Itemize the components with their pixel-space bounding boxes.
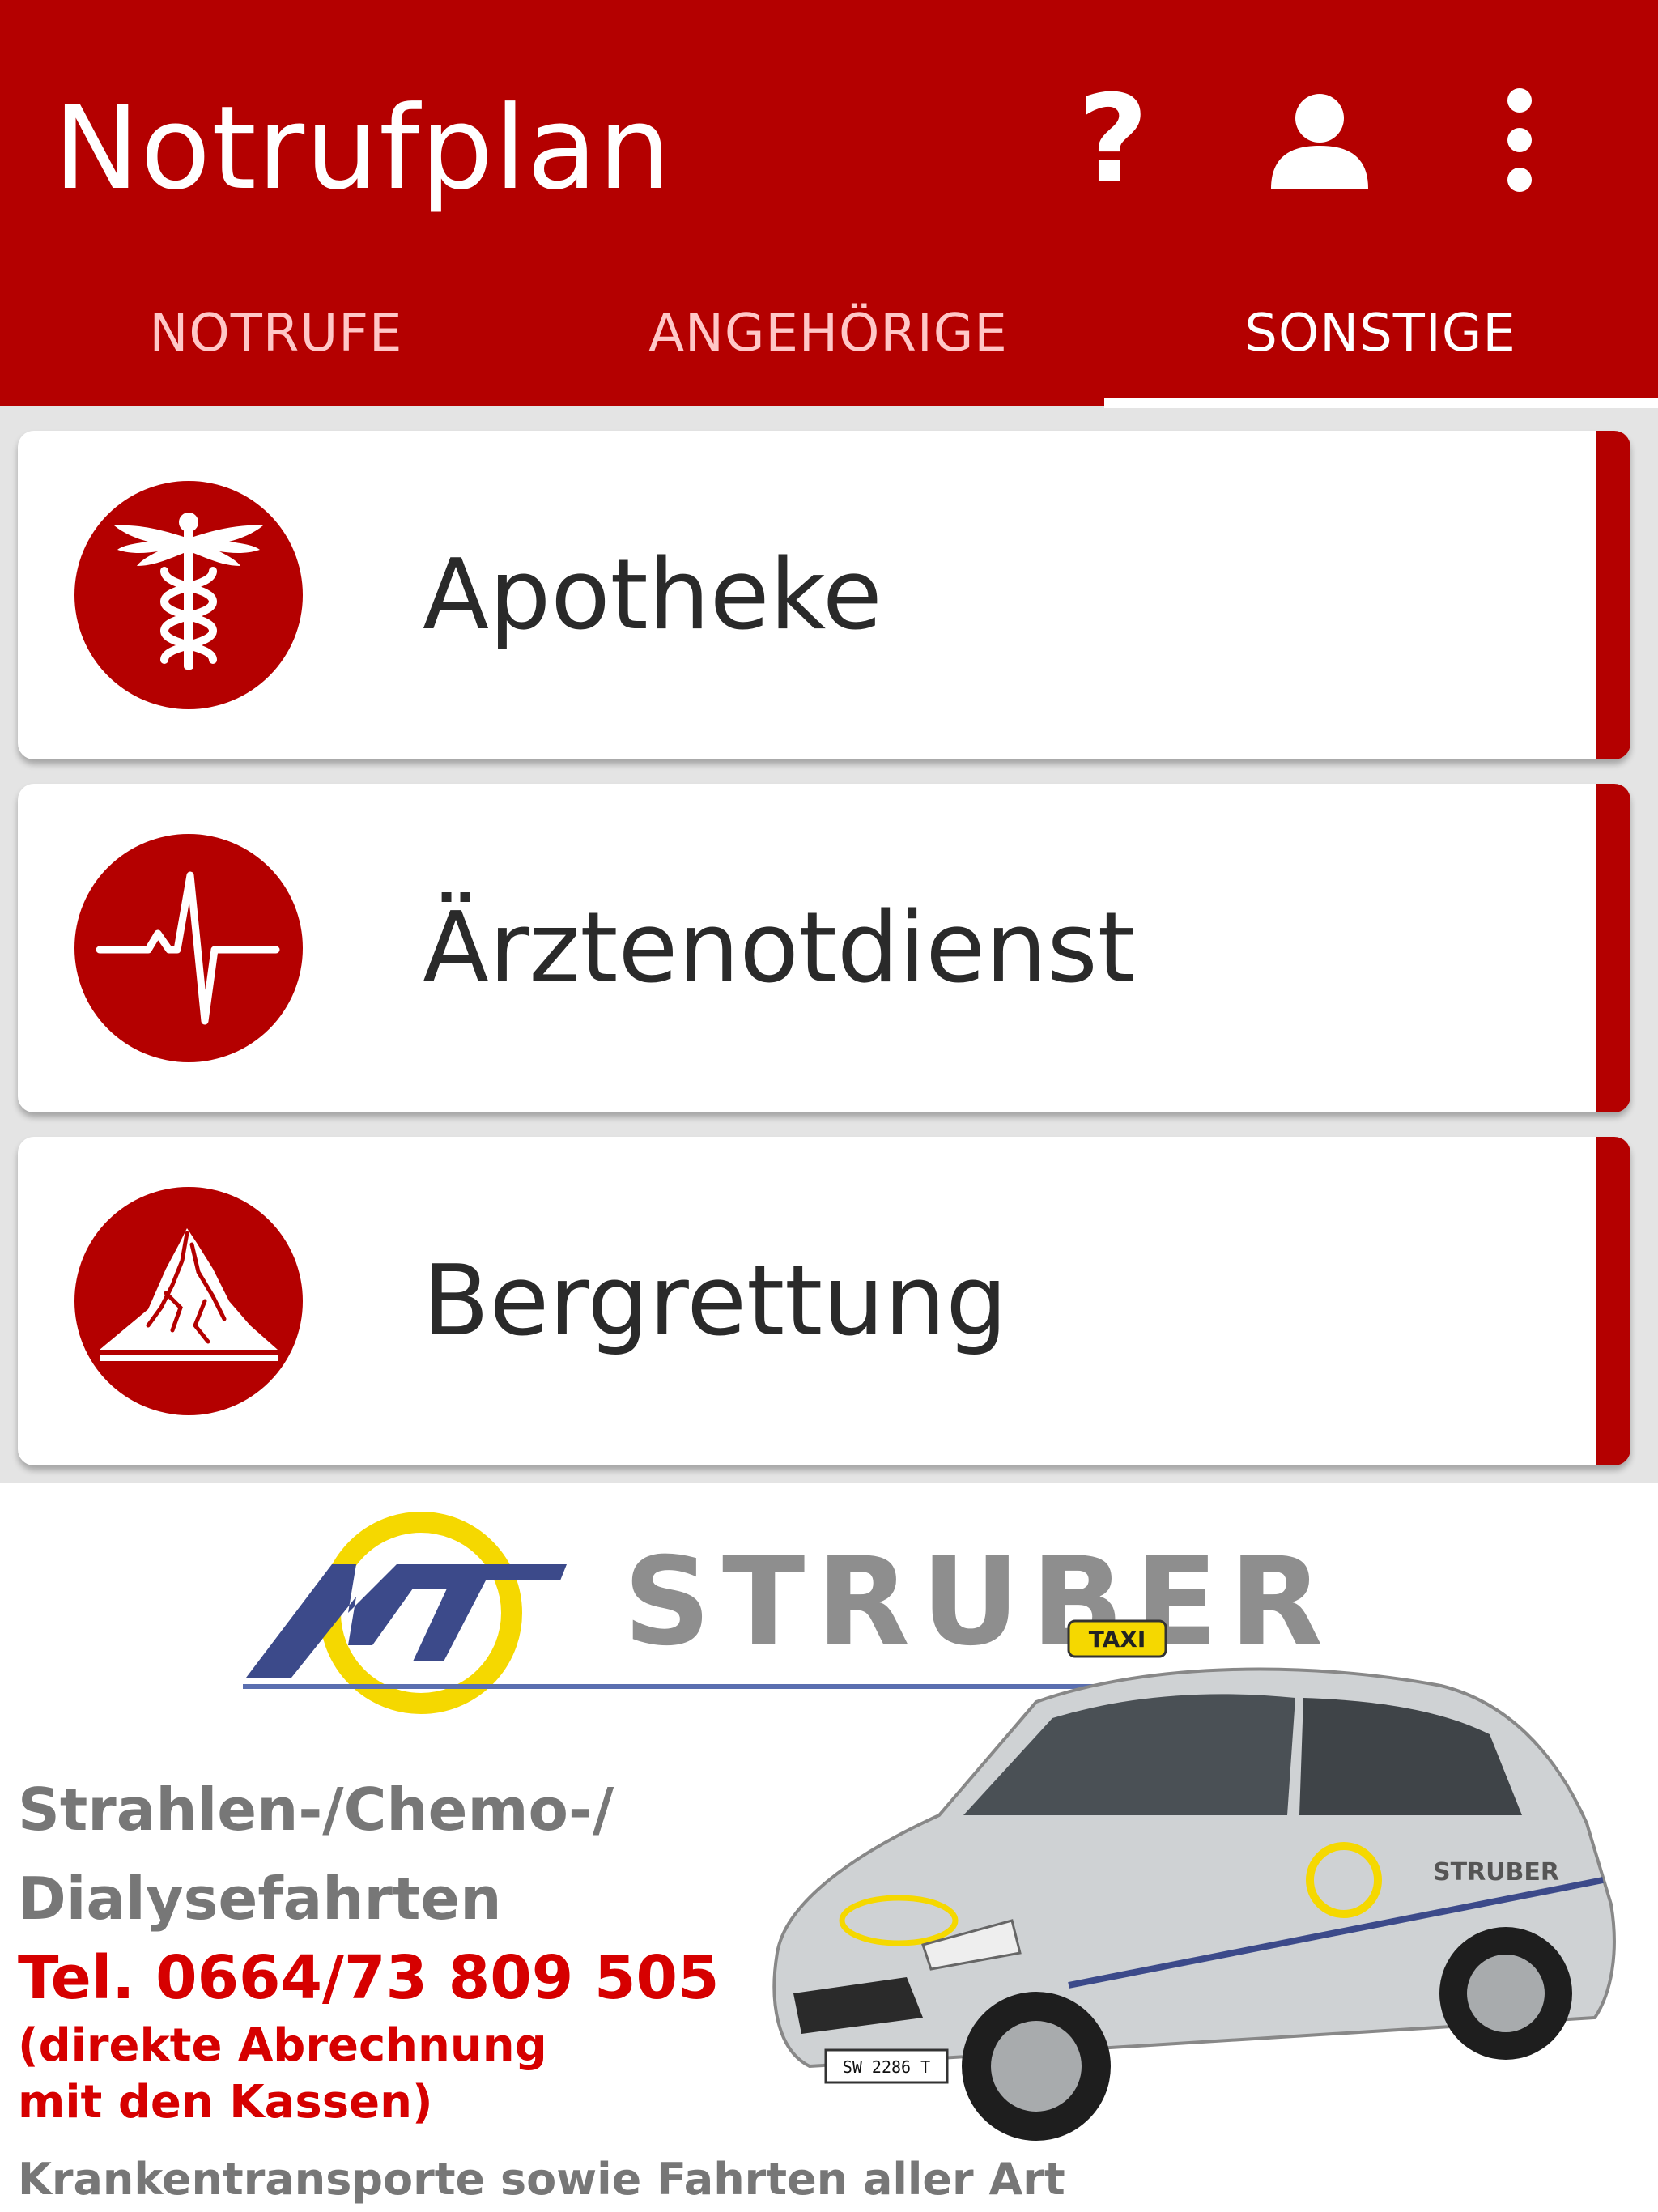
more-vert-icon <box>1507 88 1532 192</box>
card-aerztenotdienst[interactable]: Ärztenotdienst <box>18 784 1630 1112</box>
ad-line2: Dialysefahrten <box>18 1865 502 1933</box>
card-apotheke[interactable]: Apotheke <box>18 431 1630 759</box>
active-tab-indicator <box>1104 398 1658 408</box>
ad-phone[interactable]: Tel. 0664/73 809 505 <box>18 1943 720 2013</box>
taxi-car-image: TAXI STRUBER SW 2286 T <box>772 1619 1616 2141</box>
card-accent-stripe <box>1596 784 1630 1112</box>
mt-logo <box>246 1512 567 1714</box>
ad-service-text: Strahlen-/Chemo-/ Dialysefahrten <box>18 1765 746 1943</box>
card-icon-circle <box>74 834 303 1062</box>
card-icon-circle <box>74 481 303 709</box>
card-label-apotheke: Apotheke <box>423 538 882 652</box>
ad-line1: Strahlen-/Chemo-/ <box>18 1776 614 1844</box>
caduceus-icon <box>114 513 263 670</box>
more-options-button[interactable] <box>1459 79 1580 201</box>
card-label-bergrettung: Bergrettung <box>423 1244 1008 1358</box>
tab-angehoerige[interactable]: ANGEHÖRIGE <box>552 275 1104 406</box>
card-label-aerztenotdienst: Ärztenotdienst <box>423 891 1136 1005</box>
app-title: Notrufplan <box>53 82 672 215</box>
app-bar: Notrufplan ? NOTRUFE ANGEHÖRIGE SONSTIGE <box>0 0 1658 408</box>
ad-note2: mit den Kassen) <box>18 2076 433 2129</box>
ad-note1: (direkte Abrechnung <box>18 2019 547 2072</box>
card-bergrettung[interactable]: Bergrettung <box>18 1137 1630 1465</box>
help-icon: ? <box>1078 70 1149 211</box>
taxi-sign-text: TAXI <box>1089 1626 1146 1653</box>
tab-sonstige[interactable]: SONSTIGE <box>1104 275 1656 406</box>
card-accent-stripe <box>1596 1137 1630 1465</box>
card-accent-stripe <box>1596 431 1630 759</box>
tab-notrufe[interactable]: NOTRUFE <box>0 275 552 406</box>
person-icon <box>1271 94 1368 189</box>
account-button[interactable] <box>1259 79 1380 201</box>
license-plate: SW 2286 T <box>843 2057 930 2077</box>
card-icon-circle <box>74 1187 303 1415</box>
ad-banner-struber[interactable]: STRUBER Strahlen-/Chemo-/ Dialysefahrten… <box>0 1483 1658 2212</box>
mountain-icon <box>100 1228 278 1361</box>
tab-bar: NOTRUFE ANGEHÖRIGE SONSTIGE <box>0 275 1658 406</box>
heartbeat-icon <box>96 871 280 1025</box>
car-door-text: STRUBER <box>1433 1858 1559 1887</box>
ad-billing-note: (direkte Abrechnung mit den Kassen) <box>18 2018 746 2131</box>
help-button[interactable]: ? <box>1052 79 1174 201</box>
